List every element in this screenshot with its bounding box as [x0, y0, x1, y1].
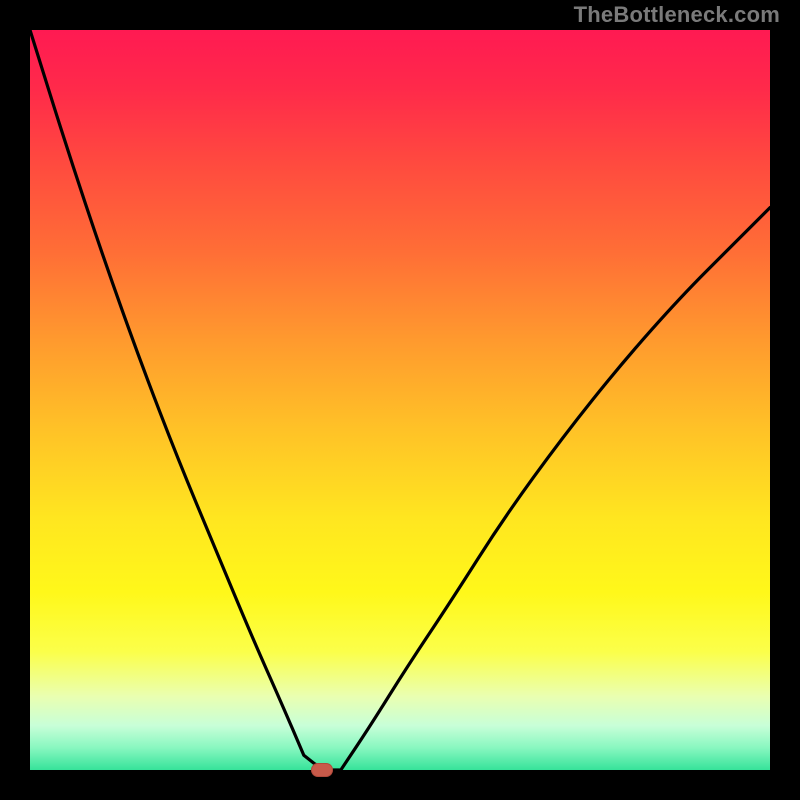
- bottleneck-curve: [30, 30, 770, 770]
- chart-frame: TheBottleneck.com: [0, 0, 800, 800]
- optimum-marker: [311, 763, 333, 777]
- plot-area: [30, 30, 770, 770]
- curve-path: [30, 30, 770, 770]
- watermark-text: TheBottleneck.com: [574, 2, 780, 28]
